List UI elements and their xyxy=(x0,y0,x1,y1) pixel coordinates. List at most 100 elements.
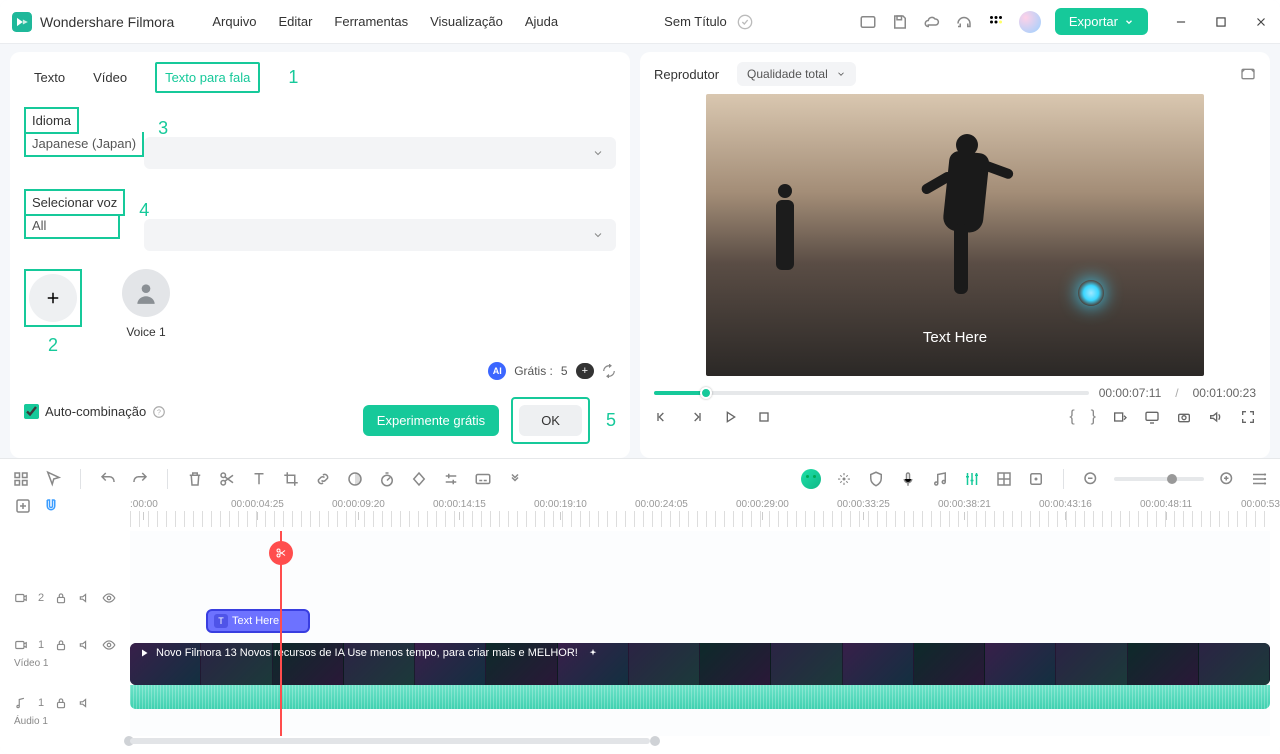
play-button[interactable] xyxy=(722,409,738,425)
redo-icon[interactable] xyxy=(131,470,149,488)
video-track-icon xyxy=(14,591,28,605)
mute-icon[interactable] xyxy=(78,696,92,710)
stop-button[interactable] xyxy=(756,409,772,425)
sparkle-icon[interactable] xyxy=(835,470,853,488)
refresh-icon[interactable] xyxy=(602,364,616,378)
speed-icon[interactable] xyxy=(378,470,396,488)
mute-icon[interactable] xyxy=(78,638,92,652)
audio-waveform[interactable] xyxy=(130,685,1270,709)
cloud-icon[interactable] xyxy=(923,13,941,31)
select-tool-icon[interactable] xyxy=(12,470,30,488)
magnet-icon[interactable] xyxy=(42,497,60,515)
preview-viewport[interactable]: Text Here xyxy=(706,94,1204,376)
window-minimize-icon[interactable] xyxy=(1174,15,1188,29)
eye-icon[interactable] xyxy=(102,591,116,605)
delete-icon[interactable] xyxy=(186,470,204,488)
crop-tool-icon[interactable] xyxy=(282,470,300,488)
menu-arquivo[interactable]: Arquivo xyxy=(212,14,256,29)
project-title: Sem Título xyxy=(664,14,727,29)
split-at-playhead-button[interactable] xyxy=(269,541,293,565)
preview-title: Reprodutor xyxy=(654,67,719,82)
link-icon[interactable] xyxy=(314,470,332,488)
track-view-icon[interactable] xyxy=(1250,470,1268,488)
ok-button[interactable]: OK xyxy=(519,405,582,436)
color-icon[interactable] xyxy=(346,470,364,488)
zoom-slider[interactable] xyxy=(1114,477,1204,481)
marker-icon[interactable] xyxy=(1027,470,1045,488)
fullscreen-icon[interactable] xyxy=(1240,409,1256,425)
tab-texto[interactable]: Texto xyxy=(34,62,65,93)
lock-icon[interactable] xyxy=(54,638,68,652)
next-frame-button[interactable] xyxy=(688,409,704,425)
menu-ajuda[interactable]: Ajuda xyxy=(525,14,558,29)
video-clip-label: Novo Filmora 13 Novos recursos de IA Use… xyxy=(156,647,578,659)
text-tool-icon[interactable] xyxy=(250,470,268,488)
preview-scrubber[interactable] xyxy=(654,391,1089,395)
voice-avatar-icon[interactable] xyxy=(122,269,170,317)
video-clip[interactable]: Novo Filmora 13 Novos recursos de IA Use… xyxy=(130,643,1270,685)
prev-frame-button[interactable] xyxy=(654,409,670,425)
shield-icon[interactable] xyxy=(867,470,885,488)
mute-icon[interactable] xyxy=(78,591,92,605)
menu-ferramentas[interactable]: Ferramentas xyxy=(334,14,408,29)
sparkle-small-icon xyxy=(588,648,598,658)
timecode-separator: / xyxy=(1175,386,1178,400)
ratio-dropdown-icon[interactable] xyxy=(1112,409,1128,425)
adjust-icon[interactable] xyxy=(442,470,460,488)
add-credits-button[interactable]: + xyxy=(576,363,594,379)
headphones-icon[interactable] xyxy=(955,13,973,31)
zoom-out-icon[interactable] xyxy=(1082,470,1100,488)
tab-video[interactable]: Vídeo xyxy=(93,62,127,93)
eye-icon[interactable] xyxy=(102,638,116,652)
export-button[interactable]: Exportar xyxy=(1055,8,1148,35)
volume-icon[interactable] xyxy=(1208,409,1224,425)
mic-icon[interactable] xyxy=(899,470,917,488)
add-voice-button[interactable] xyxy=(24,269,82,327)
apps-grid-icon[interactable] xyxy=(987,13,1005,31)
mixer-icon[interactable] xyxy=(963,470,981,488)
quality-dropdown[interactable]: Qualidade total xyxy=(737,62,856,86)
display-icon[interactable] xyxy=(1144,409,1160,425)
track-head-v2: 2 xyxy=(10,578,130,619)
music-icon[interactable] xyxy=(931,470,949,488)
mark-out-button[interactable]: } xyxy=(1091,408,1096,426)
keyframe-icon[interactable] xyxy=(410,470,428,488)
text-clip[interactable]: T Text Here xyxy=(206,609,310,633)
snapshot-icon[interactable] xyxy=(1240,66,1256,82)
camera-icon[interactable] xyxy=(1176,409,1192,425)
split-scissors-icon[interactable] xyxy=(218,470,236,488)
layout-icon[interactable] xyxy=(859,13,877,31)
undo-icon[interactable] xyxy=(99,470,117,488)
lock-icon[interactable] xyxy=(54,591,68,605)
add-track-icon[interactable] xyxy=(14,497,32,515)
track-a1-label: Áudio 1 xyxy=(14,716,48,727)
lock-icon[interactable] xyxy=(54,696,68,710)
timeline-horizontal-scrollbar[interactable] xyxy=(10,736,1270,746)
auto-combination-input[interactable] xyxy=(24,404,39,419)
mark-in-button[interactable]: { xyxy=(1069,408,1074,426)
tab-tts[interactable]: Texto para fala xyxy=(155,62,260,93)
timeline-playhead[interactable] xyxy=(280,531,282,736)
voice-dropdown[interactable] xyxy=(144,219,616,251)
save-icon[interactable] xyxy=(891,13,909,31)
subtitle-icon[interactable] xyxy=(474,470,492,488)
menu-editar[interactable]: Editar xyxy=(278,14,312,29)
window-close-icon[interactable] xyxy=(1254,15,1268,29)
chevron-down-icon xyxy=(836,69,846,79)
more-icon[interactable] xyxy=(506,470,524,488)
zoom-in-icon[interactable] xyxy=(1218,470,1236,488)
ai-assistant-icon[interactable] xyxy=(801,469,821,489)
timeline-ruler[interactable]: :00:0000:00:04:2500:00:09:2000:00:14:150… xyxy=(130,497,1270,531)
annotation-2: 2 xyxy=(48,335,58,356)
quality-label: Qualidade total xyxy=(747,67,828,81)
help-icon[interactable]: ? xyxy=(152,405,166,419)
idioma-dropdown[interactable] xyxy=(144,137,616,169)
chevron-down-icon xyxy=(592,147,604,159)
menu-visualizacao[interactable]: Visualização xyxy=(430,14,503,29)
try-free-button[interactable]: Experimente grátis xyxy=(363,405,499,436)
pointer-tool-icon[interactable] xyxy=(44,470,62,488)
preview-panel: Reprodutor Qualidade total Text Here xyxy=(640,52,1270,458)
user-avatar-icon[interactable] xyxy=(1019,11,1041,33)
window-maximize-icon[interactable] xyxy=(1214,15,1228,29)
grid-icon[interactable] xyxy=(995,470,1013,488)
